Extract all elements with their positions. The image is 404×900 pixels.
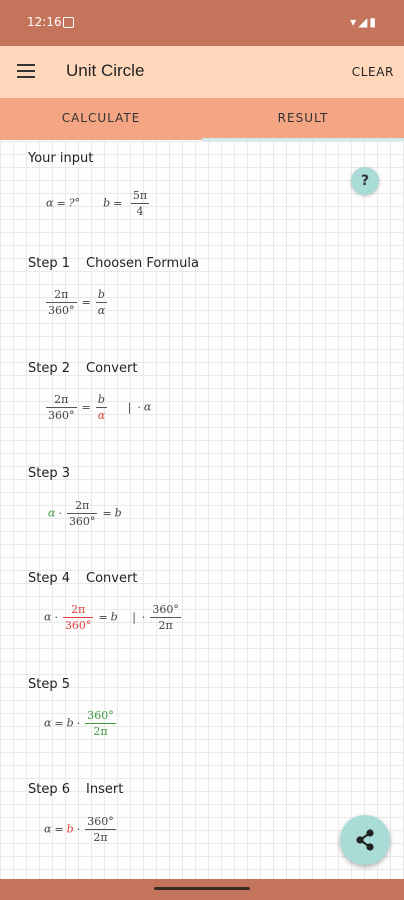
step-3-formula: α · 2π 360° = b <box>48 499 122 528</box>
tab-bar: CALCULATE RESULT <box>0 98 404 140</box>
share-icon <box>356 829 374 851</box>
result-content: Your input α = ?° b = 5π 4 Step 1 Choosen For… <box>0 141 404 879</box>
hamburger-menu-icon[interactable] <box>17 64 35 78</box>
share-button[interactable] <box>340 815 390 865</box>
step-2-formula: 2π 360° = b α | · α <box>46 393 152 422</box>
step-1-label: Step 1 Choosen Formula <box>28 256 199 271</box>
app-bar: Unit Circle CLEAR <box>0 46 404 98</box>
input-label: Your input <box>28 151 94 166</box>
tab-calculate[interactable]: CALCULATE <box>0 98 202 140</box>
page-title: Unit Circle <box>66 61 145 80</box>
home-gesture-handle[interactable] <box>154 887 250 890</box>
clear-button[interactable]: CLEAR <box>352 65 394 79</box>
step-6-formula: α = b · 360° 2π <box>44 815 116 844</box>
system-status-icons: ▾◢▮ <box>350 15 378 29</box>
step-5-formula: α = b · 360° 2π <box>44 709 116 738</box>
step-6-label: Step 6 Insert <box>28 782 124 797</box>
status-bar: 12:16 ▾◢▮ <box>0 0 404 46</box>
step-2-label: Step 2 Convert <box>28 361 138 376</box>
screen-record-icon <box>63 17 74 28</box>
status-time: 12:16 <box>27 15 62 29</box>
input-formula: α = ?° b = 5π 4 <box>46 189 150 218</box>
step-1-formula: 2π 360° = b α <box>46 288 108 317</box>
tab-result[interactable]: RESULT <box>202 98 404 140</box>
navigation-bar <box>0 879 404 900</box>
step-4-label: Step 4 Convert <box>28 571 138 586</box>
step-5-label: Step 5 <box>28 677 71 692</box>
help-button[interactable]: ? <box>351 167 379 195</box>
step-4-formula: α · 2π 360° = b | · 360° 2π <box>44 603 181 632</box>
step-3-label: Step 3 <box>28 466 71 481</box>
